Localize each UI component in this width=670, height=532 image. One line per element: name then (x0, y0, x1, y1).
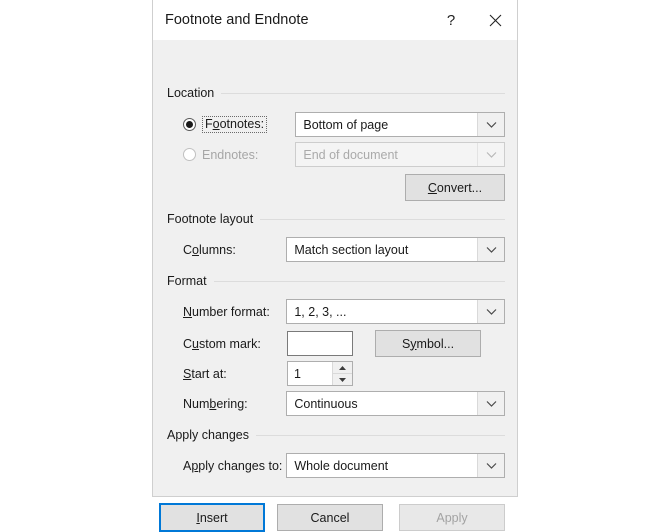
start-at-stepper[interactable]: 1 (287, 361, 353, 386)
endnotes-location-value: End of document (296, 143, 477, 166)
chevron-down-icon[interactable] (477, 113, 504, 136)
footnotes-radio-option[interactable]: Footnotes: (167, 116, 295, 133)
custom-mark-input[interactable] (287, 331, 353, 356)
apply-button: Apply (399, 504, 505, 531)
convert-button-label: Convert... (428, 181, 482, 195)
symbol-button[interactable]: Symbol... (375, 330, 481, 357)
start-at-increment-button[interactable] (333, 362, 352, 374)
chevron-down-icon[interactable] (477, 454, 504, 477)
chevron-down-icon (477, 143, 504, 166)
chevron-down-icon (338, 377, 347, 383)
format-group-header: Format (167, 274, 505, 288)
footnotes-radio-icon[interactable] (183, 118, 196, 131)
endnotes-radio-option[interactable]: Endnotes: (167, 148, 295, 162)
footnote-layout-group-label: Footnote layout (167, 212, 253, 226)
columns-row: Columns: Match section layout (167, 237, 505, 262)
columns-label: Columns: (183, 243, 236, 257)
close-icon (489, 14, 502, 27)
symbol-button-label: Symbol... (402, 337, 454, 351)
footnotes-row: Footnotes: Bottom of page (167, 112, 505, 137)
insert-button[interactable]: Insert (159, 503, 265, 532)
apply-changes-group-label: Apply changes (167, 428, 249, 442)
endnotes-radio-icon[interactable] (183, 148, 196, 161)
dialog-body: Location Footnotes: Bottom of page (153, 40, 517, 496)
number-format-row: Number format: 1, 2, 3, ... (167, 299, 505, 324)
apply-button-label: Apply (436, 511, 467, 525)
endnotes-location-select: End of document (295, 142, 505, 167)
apply-changes-to-select[interactable]: Whole document (286, 453, 505, 478)
cancel-button[interactable]: Cancel (277, 504, 383, 531)
footnote-and-endnote-dialog: Footnote and Endnote ? Location Footnote… (152, 0, 518, 497)
group-divider (214, 281, 505, 282)
apply-changes-to-value: Whole document (287, 454, 477, 477)
close-button[interactable] (473, 0, 517, 40)
apply-changes-to-row: Apply changes to: Whole document (167, 453, 505, 478)
custom-mark-row: Custom mark: Symbol... (167, 330, 505, 357)
question-mark-icon: ? (447, 12, 455, 29)
endnotes-label: Endnotes: (202, 148, 258, 162)
chevron-up-icon (338, 365, 347, 371)
cancel-button-label: Cancel (311, 511, 350, 525)
start-at-row: Start at: 1 (167, 361, 505, 386)
dialog-title: Footnote and Endnote (153, 12, 429, 28)
apply-changes-to-label: Apply changes to: (183, 459, 282, 473)
start-at-decrement-button[interactable] (333, 374, 352, 385)
chevron-down-icon[interactable] (477, 238, 504, 261)
numbering-row: Numbering: Continuous (167, 391, 505, 416)
footnotes-label: Footnotes: (202, 116, 267, 133)
columns-select[interactable]: Match section layout (286, 237, 505, 262)
insert-button-label: Insert (196, 511, 227, 525)
dialog-titlebar: Footnote and Endnote ? (153, 0, 517, 40)
location-group-header: Location (167, 86, 505, 100)
apply-changes-group-header: Apply changes (167, 428, 505, 442)
chevron-down-icon[interactable] (477, 300, 504, 323)
start-at-label: Start at: (183, 367, 227, 381)
footnote-layout-group-header: Footnote layout (167, 212, 505, 226)
columns-value: Match section layout (287, 238, 477, 261)
location-group-label: Location (167, 86, 214, 100)
format-group-label: Format (167, 274, 207, 288)
number-format-label: Number format: (183, 305, 270, 319)
custom-mark-label: Custom mark: (183, 337, 261, 351)
group-divider (260, 219, 505, 220)
numbering-select[interactable]: Continuous (286, 391, 505, 416)
help-button[interactable]: ? (429, 0, 473, 40)
number-format-select[interactable]: 1, 2, 3, ... (286, 299, 505, 324)
group-divider (221, 93, 505, 94)
convert-button[interactable]: Convert... (405, 174, 505, 201)
group-divider (256, 435, 505, 436)
chevron-down-icon[interactable] (477, 392, 504, 415)
endnotes-row: Endnotes: End of document (167, 142, 505, 167)
numbering-label: Numbering: (183, 397, 248, 411)
numbering-value: Continuous (287, 392, 477, 415)
start-at-value: 1 (288, 362, 332, 385)
footnotes-location-value: Bottom of page (296, 113, 477, 136)
number-format-value: 1, 2, 3, ... (287, 300, 477, 323)
footnotes-location-select[interactable]: Bottom of page (295, 112, 505, 137)
